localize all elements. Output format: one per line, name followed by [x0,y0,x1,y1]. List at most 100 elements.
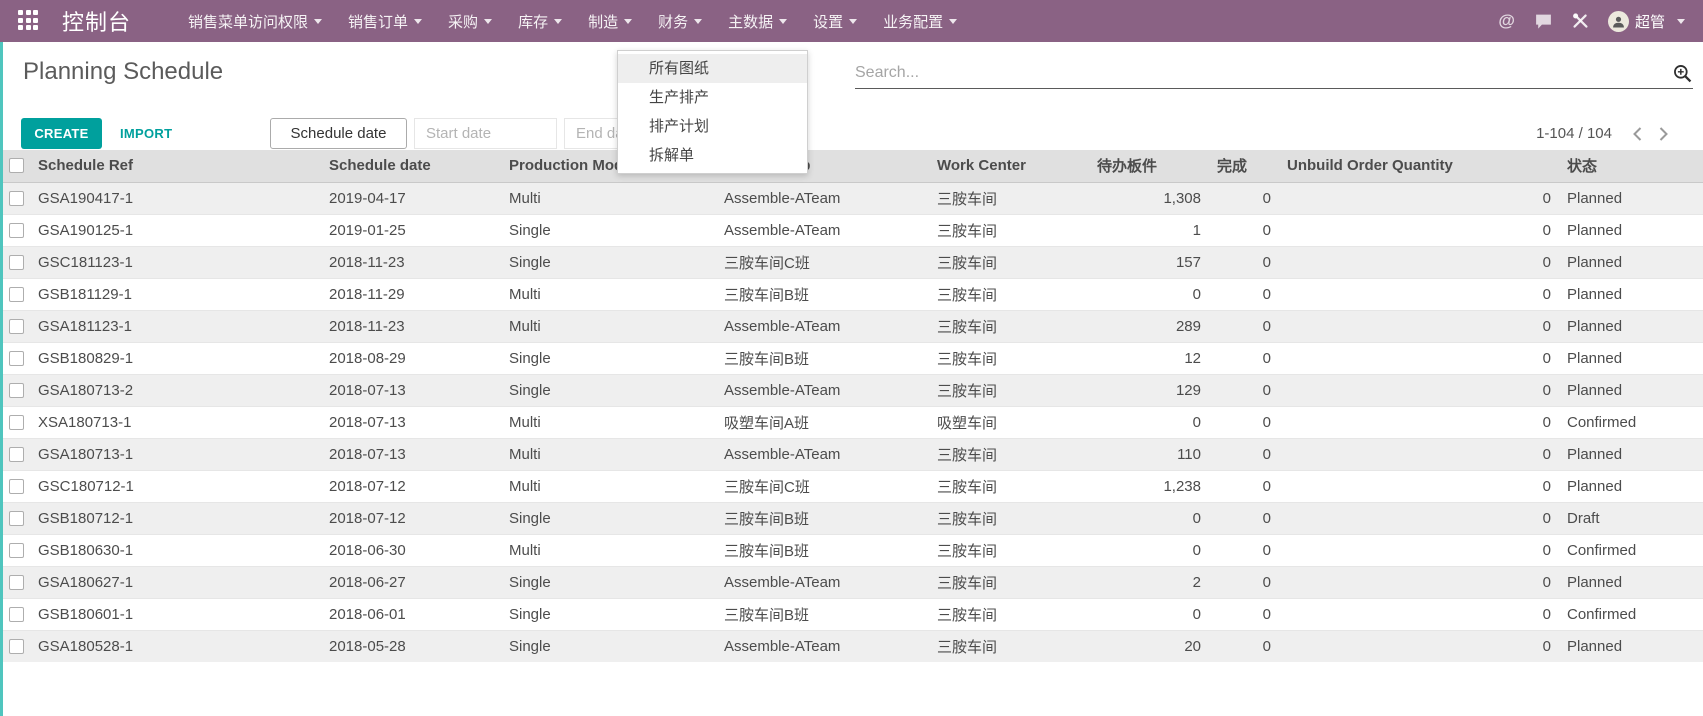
row-checkbox[interactable] [9,223,24,238]
nav-menu-item-4[interactable]: 制造 [575,0,645,42]
nav-menu-item-0[interactable]: 销售菜单访问权限 [175,0,335,42]
user-menu[interactable]: 超管 [1608,11,1685,32]
create-button[interactable]: CREATE [21,118,102,149]
pager-prev-icon[interactable] [1632,126,1644,142]
start-date-input[interactable] [414,118,557,149]
table-row[interactable]: GSA180528-12018-05-28SingleAssemble-ATea… [0,630,1703,662]
cell-schedule-date: 2018-07-12 [321,470,501,502]
cell-pending-panels: 0 [1089,406,1209,438]
cell-work-center: 三胺车间 [929,534,1089,566]
dropdown-item[interactable]: 所有图纸 [618,54,807,83]
cell-production-mode: Multi [501,406,716,438]
apps-grid-icon[interactable] [18,10,40,32]
table-row[interactable]: GSA190417-12019-04-17MultiAssemble-ATeam… [0,182,1703,214]
row-checkbox[interactable] [9,351,24,366]
cell-pending-panels: 129 [1089,374,1209,406]
table-row[interactable]: GSA190125-12019-01-25SingleAssemble-ATea… [0,214,1703,246]
tools-icon[interactable] [1572,13,1589,30]
table-row[interactable]: GSC180712-12018-07-12Multi三胺车间C班三胺车间1,23… [0,470,1703,502]
table-row[interactable]: GSA180713-12018-07-13MultiAssemble-ATeam… [0,438,1703,470]
cell-pending-panels: 0 [1089,502,1209,534]
select-all-header-cell [0,150,30,182]
nav-menu-label: 销售菜单访问权限 [188,11,308,32]
row-checkbox[interactable] [9,575,24,590]
cell-work-group: 三胺车间B班 [716,534,929,566]
table-row[interactable]: GSB180829-12018-08-29Single三胺车间B班三胺车间120… [0,342,1703,374]
table-row[interactable]: GSC181123-12018-11-23Single三胺车间C班三胺车间157… [0,246,1703,278]
pager-next-icon[interactable] [1658,126,1670,142]
cell-schedule-date: 2018-07-13 [321,438,501,470]
table-row[interactable]: GSB180630-12018-06-30Multi三胺车间B班三胺车间000C… [0,534,1703,566]
row-checkbox[interactable] [9,383,24,398]
cell-schedule-ref: XSA180713-1 [30,406,321,438]
nav-menu-item-2[interactable]: 采购 [435,0,505,42]
chevron-down-icon [1677,19,1685,24]
row-checkbox[interactable] [9,639,24,654]
top-navbar: 控制台 销售菜单访问权限 销售订单采购库存制造财务主数据设置业务配置 @ [0,0,1703,42]
row-checkbox[interactable] [9,607,24,622]
row-checkbox[interactable] [9,287,24,302]
app-title[interactable]: 控制台 [62,5,131,37]
cell-state: Planned [1559,374,1703,406]
cell-work-group: Assemble-ATeam [716,182,929,214]
cell-state: Planned [1559,438,1703,470]
select-all-checkbox[interactable] [9,158,24,173]
cell-schedule-ref: GSC181123-1 [30,246,321,278]
nav-menu-item-6[interactable]: 主数据 [715,0,800,42]
cell-pending-panels: 0 [1089,598,1209,630]
table-row[interactable]: GSA180627-12018-06-27SingleAssemble-ATea… [0,566,1703,598]
cell-done: 0 [1209,406,1279,438]
messages-icon[interactable] [1534,13,1553,30]
cell-pending-panels: 110 [1089,438,1209,470]
row-select-cell [0,438,30,470]
table-row[interactable]: XSA180713-12018-07-13Multi吸塑车间A班吸塑车间000C… [0,406,1703,438]
row-checkbox[interactable] [9,319,24,334]
page-title: Planning Schedule [23,58,223,86]
cell-state: Planned [1559,566,1703,598]
nav-menu-item-1[interactable]: 销售订单 [335,0,435,42]
search-input[interactable] [855,64,1672,82]
dropdown-item[interactable]: 排产计划 [618,112,807,141]
cell-schedule-date: 2019-01-25 [321,214,501,246]
cell-unbuild-qty: 0 [1279,214,1559,246]
search-icon[interactable] [1672,63,1693,84]
cell-work-center: 三胺车间 [929,374,1089,406]
cell-production-mode: Multi [501,438,716,470]
table-row[interactable]: GSB180712-12018-07-12Single三胺车间B班三胺车间000… [0,502,1703,534]
row-checkbox[interactable] [9,415,24,430]
row-checkbox[interactable] [9,255,24,270]
pager-range: 1-104 / 104 [1536,125,1612,142]
row-checkbox[interactable] [9,511,24,526]
cell-production-mode: Single [501,342,716,374]
table-row[interactable]: GSA181123-12018-11-23MultiAssemble-ATeam… [0,310,1703,342]
chevron-down-icon [314,19,322,24]
import-button[interactable]: IMPORT [115,118,185,149]
cell-done: 0 [1209,246,1279,278]
table-row[interactable]: GSA180713-22018-07-13SingleAssemble-ATea… [0,374,1703,406]
dropdown-item[interactable]: 拆解单 [618,141,807,170]
cell-state: Confirmed [1559,598,1703,630]
row-checkbox[interactable] [9,447,24,462]
table-row[interactable]: GSB180601-12018-06-01Single三胺车间B班三胺车间000… [0,598,1703,630]
column-header: 完成 [1209,150,1279,182]
row-checkbox[interactable] [9,543,24,558]
cell-schedule-ref: GSA190125-1 [30,214,321,246]
nav-menu-item-8[interactable]: 业务配置 [870,0,970,42]
navbar-right: @ 超管 [1498,11,1703,32]
chevron-down-icon [779,19,787,24]
pager: 1-104 / 104 [1536,118,1670,149]
cell-done: 0 [1209,342,1279,374]
cell-done: 0 [1209,182,1279,214]
mentions-icon[interactable]: @ [1498,11,1515,31]
row-checkbox[interactable] [9,191,24,206]
cell-schedule-ref: GSB180601-1 [30,598,321,630]
table-row[interactable]: GSB181129-12018-11-29Multi三胺车间B班三胺车间000P… [0,278,1703,310]
cell-unbuild-qty: 0 [1279,502,1559,534]
schedule-date-filter-button[interactable]: Schedule date [270,118,407,149]
row-select-cell [0,214,30,246]
nav-menu-item-5[interactable]: 财务 [645,0,715,42]
nav-menu-item-7[interactable]: 设置 [800,0,870,42]
row-checkbox[interactable] [9,479,24,494]
dropdown-item[interactable]: 生产排产 [618,83,807,112]
nav-menu-item-3[interactable]: 库存 [505,0,575,42]
